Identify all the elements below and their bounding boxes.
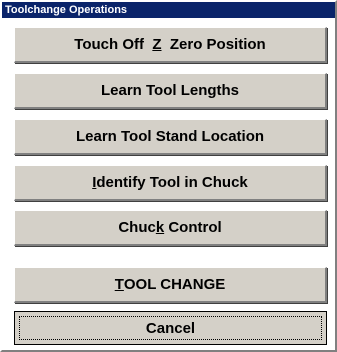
- chuck-control-button[interactable]: Chuc k Control: [14, 210, 327, 246]
- touch-off-z-zero-button[interactable]: Touch Off Z Zero Position: [14, 27, 327, 63]
- button-label-pre: Touch Off: [74, 36, 153, 53]
- button-mnemonic: T: [114, 276, 124, 293]
- cancel-button[interactable]: Cancel: [14, 311, 327, 345]
- dialog-title: Toolchange Operations: [2, 2, 335, 18]
- button-label-pre: Chuc: [118, 219, 156, 236]
- button-label-post: OOL CHANGE: [123, 276, 226, 293]
- button-label: Learn Tool Lengths: [100, 82, 240, 99]
- button-mnemonic: Z: [152, 36, 162, 53]
- learn-tool-stand-location-button[interactable]: Learn Tool Stand Location: [14, 119, 327, 155]
- button-label: Learn Tool Stand Location: [75, 128, 265, 145]
- identify-tool-in-chuck-button[interactable]: Identify Tool in Chuck: [14, 165, 327, 201]
- button-label-post: dentify Tool in Chuck: [96, 174, 248, 191]
- button-label-post: Zero Position: [161, 36, 266, 53]
- button-mnemonic: k: [155, 219, 165, 236]
- toolchange-dialog: Toolchange Operations Touch Off Z Zero P…: [0, 0, 337, 352]
- tool-change-button[interactable]: T OOL CHANGE: [14, 267, 327, 303]
- focus-rectangle: [19, 316, 322, 340]
- button-label-post: Control: [164, 219, 222, 236]
- learn-tool-lengths-button[interactable]: Learn Tool Lengths: [14, 73, 327, 109]
